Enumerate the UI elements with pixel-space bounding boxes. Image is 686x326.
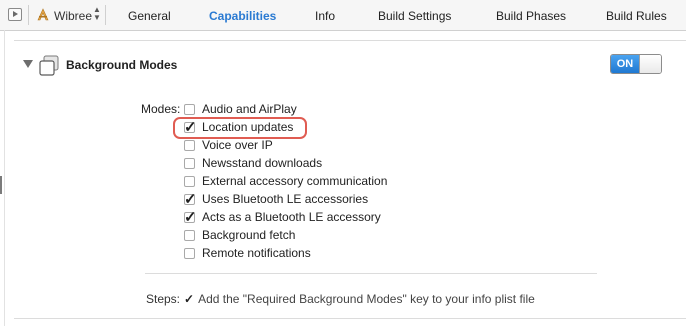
mode-label: Uses Bluetooth LE accessories [202,192,369,206]
steps-label: Steps: [146,292,181,306]
background-modes-toggle[interactable]: ON [610,54,662,74]
tab-capabilities[interactable]: Capabilities [209,9,276,23]
tab-info[interactable]: Info [315,9,335,23]
checkbox[interactable] [184,230,195,241]
mode-label: Voice over IP [202,138,273,152]
tab-general[interactable]: General [128,9,171,23]
checkmark-icon: ✓ [184,191,197,208]
checkbox[interactable] [184,104,195,115]
app-target-icon [36,8,50,22]
mode-label: Newsstand downloads [202,156,323,170]
splitter-handle[interactable] [0,176,2,194]
checkbox[interactable] [184,176,195,187]
tab-build-phases[interactable]: Build Phases [496,9,566,23]
checkbox[interactable]: ✓ [184,191,197,208]
editor-tab-bar: Wibree ▲ ▼ General Capabilities Info Buil… [0,0,686,31]
tab-build-rules[interactable]: Build Rules [606,9,667,23]
toolbar-separator [28,5,29,25]
toggle-knob [639,55,661,73]
checkbox[interactable]: ✓ [184,209,197,226]
modes-label: Modes: [141,102,181,116]
section-title: Background Modes [66,58,178,72]
checkbox[interactable] [184,140,195,151]
background-modes-icon [38,55,60,77]
target-selector-arrows-icon[interactable]: ▲ ▼ [93,6,101,22]
steps-divider [145,273,597,274]
step-complete-icon: ✓ [184,292,195,306]
checkbox[interactable] [184,248,195,259]
mode-label: Audio and AirPlay [202,102,297,116]
checkbox[interactable] [184,158,195,169]
section-top-divider [14,40,686,41]
section-bottom-divider [14,318,686,319]
mode-label: External accessory communication [202,174,388,188]
checkmark-icon: ✓ [184,209,197,226]
target-selector[interactable]: Wibree [54,9,92,23]
mode-label: Remote notifications [202,246,311,260]
mode-label: Background fetch [202,228,296,242]
highlight-annotation [173,117,307,139]
content-border-left [4,30,5,326]
toolbar-separator [105,5,106,25]
step-text: Add the "Required Background Modes" key … [198,292,535,306]
show-hide-targets-icon[interactable] [8,8,22,21]
steps-row: Steps: ✓ Add the "Required Background Mode… [146,292,535,306]
disclosure-triangle-icon[interactable] [23,60,33,68]
toggle-on-label: ON [611,55,639,73]
mode-label: Acts as a Bluetooth LE accessory [202,210,381,224]
tab-build-settings[interactable]: Build Settings [378,9,451,23]
